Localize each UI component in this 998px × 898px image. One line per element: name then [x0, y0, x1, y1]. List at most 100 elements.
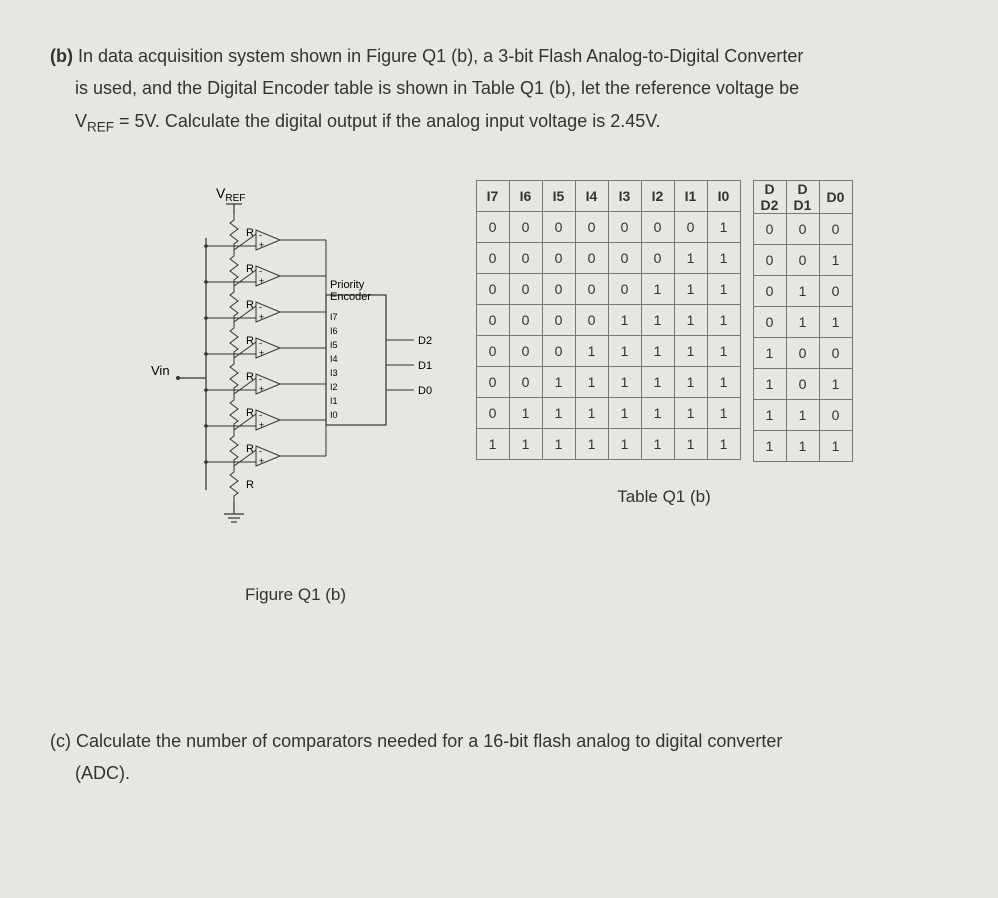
svg-text:I6: I6	[330, 326, 338, 336]
svg-text:D1: D1	[418, 360, 432, 372]
table-cell: 1	[674, 428, 707, 459]
table-cell: 1	[707, 273, 740, 304]
table-cell: 0	[786, 337, 819, 368]
table-cell: 1	[786, 399, 819, 430]
table-row: 00000111	[476, 273, 740, 304]
table-cell: 0	[575, 273, 608, 304]
table-cell: 1	[819, 368, 852, 399]
table-row: 101	[753, 368, 852, 399]
table-cell: 1	[641, 397, 674, 428]
table-cell: 0	[641, 242, 674, 273]
figure-block: VREF R R R R R	[146, 180, 446, 605]
table-cell: 1	[786, 275, 819, 306]
svg-text:R: R	[246, 407, 254, 419]
table-cell: 1	[753, 337, 786, 368]
table-cell: 1	[819, 430, 852, 461]
svg-text:+: +	[259, 240, 264, 250]
svg-text:-: -	[259, 302, 262, 312]
table-row: 001	[753, 244, 852, 275]
table-cell: 0	[509, 366, 542, 397]
svg-text:R: R	[246, 443, 254, 455]
table-row: 100	[753, 337, 852, 368]
table-cell: 1	[542, 397, 575, 428]
table-cell: 1	[674, 242, 707, 273]
part-b-line2: is used, and the Digital Encoder table i…	[75, 78, 799, 98]
svg-text:I7: I7	[330, 312, 338, 322]
table-cell: 0	[509, 335, 542, 366]
vref-label: VREF	[216, 185, 245, 204]
part-b-text: (b) In data acquisition system shown in …	[50, 40, 948, 140]
table-cell: 1	[542, 366, 575, 397]
table-cell: 1	[641, 428, 674, 459]
svg-text:R: R	[246, 479, 254, 491]
table-cell: 1	[753, 399, 786, 430]
table-cell: 0	[476, 242, 509, 273]
table-cell: 1	[608, 397, 641, 428]
svg-text:+: +	[259, 312, 264, 322]
vref-sub: REF	[87, 119, 114, 134]
svg-text:-: -	[259, 410, 262, 420]
svg-text:I0: I0	[330, 410, 338, 420]
table-cell: 0	[542, 304, 575, 335]
table-cell: 0	[476, 366, 509, 397]
table-cell: 1	[641, 366, 674, 397]
encoder-outputs-table: DD2 DD1 D0 000001010011100101110111	[753, 180, 853, 462]
table-cell: 1	[575, 428, 608, 459]
vin-label: Vin	[151, 363, 170, 378]
part-c-label: (c)	[50, 731, 71, 751]
part-b-label: (b)	[50, 46, 73, 66]
table-cell: 0	[476, 397, 509, 428]
th-i7: I7	[476, 180, 509, 211]
svg-text:-: -	[259, 338, 262, 348]
th-i5: I5	[542, 180, 575, 211]
table-cell: 0	[509, 211, 542, 242]
table-cell: 1	[476, 428, 509, 459]
vref-v: V	[75, 111, 87, 131]
part-c-text: (c) Calculate the number of comparators …	[50, 725, 948, 790]
table-cell: 0	[575, 304, 608, 335]
table-cell: 0	[608, 273, 641, 304]
table-cell: 0	[509, 273, 542, 304]
table-cell: 0	[641, 211, 674, 242]
th-i6: I6	[509, 180, 542, 211]
table-cell: 1	[674, 397, 707, 428]
th-d1: DD1	[786, 180, 819, 213]
table-cell: 1	[753, 430, 786, 461]
table-cell: 1	[542, 428, 575, 459]
ground-icon	[224, 514, 244, 522]
svg-text:Priority: Priority	[330, 279, 365, 291]
table-cell: 0	[608, 211, 641, 242]
table-cell: 0	[819, 399, 852, 430]
encoder-inputs-table: I7 I6 I5 I4 I3 I2 I1 I0 0000000100000011…	[476, 180, 741, 460]
table-cell: 1	[674, 366, 707, 397]
table-cell: 0	[542, 242, 575, 273]
svg-text:R: R	[246, 263, 254, 275]
svg-text:-: -	[259, 230, 262, 240]
table-cell: 1	[819, 306, 852, 337]
table-cell: 0	[476, 335, 509, 366]
th-d2: DD2	[753, 180, 786, 213]
th-i2: I2	[641, 180, 674, 211]
table-cell: 1	[641, 335, 674, 366]
table-cell: 1	[509, 397, 542, 428]
table-cell: 0	[542, 335, 575, 366]
svg-text:-: -	[259, 266, 262, 276]
svg-text:D2: D2	[418, 335, 432, 347]
figure-and-table-row: VREF R R R R R	[50, 180, 948, 605]
table-cell: 0	[542, 211, 575, 242]
table-row: 00001111	[476, 304, 740, 335]
table-row: 00000011	[476, 242, 740, 273]
table-header-row: I7 I6 I5 I4 I3 I2 I1 I0	[476, 180, 740, 211]
table-cell: 1	[786, 430, 819, 461]
svg-text:I5: I5	[330, 340, 338, 350]
table-cell: 0	[819, 275, 852, 306]
svg-text:I3: I3	[330, 368, 338, 378]
svg-text:R: R	[246, 227, 254, 239]
table-header-row: DD2 DD1 D0	[753, 180, 852, 213]
comparators: - + -+ -+	[204, 230, 326, 466]
table-cell: 1	[575, 335, 608, 366]
table-cell: 1	[641, 304, 674, 335]
table-cell: 0	[674, 211, 707, 242]
table-row: 110	[753, 399, 852, 430]
table-cell: 0	[476, 273, 509, 304]
